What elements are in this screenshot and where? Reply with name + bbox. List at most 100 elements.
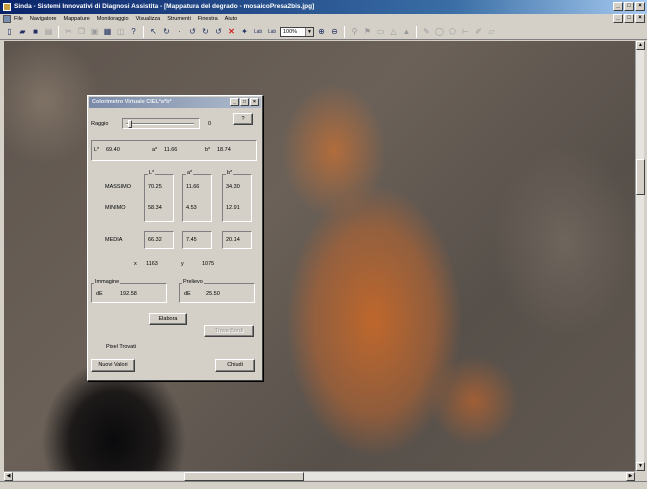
horizontal-scroll-thumb[interactable] [184,472,304,481]
delete-icon[interactable]: ✕ [226,26,237,38]
help-icon[interactable]: ? [128,26,139,38]
brush-icon[interactable]: ✐ [473,26,484,38]
separator [58,25,59,38]
app-window: Sinda - Sistemi Innovativi di Diagnosi A… [0,0,647,489]
massimo-label: MASSIMO [105,184,131,190]
eraser-icon[interactable]: ▱ [486,26,497,38]
mdi-close-button[interactable]: × [635,14,645,23]
minimo-b: 12.91 [226,205,240,211]
undo-icon[interactable]: ↺ [187,26,198,38]
redo-icon[interactable]: ↻ [200,26,211,38]
dialog-close-button[interactable]: × [250,98,259,106]
zoom-out-icon[interactable]: ⊖ [329,26,340,38]
menu-navigatore[interactable]: Navigatore [30,14,57,24]
massimo-a: 11.66 [186,184,200,190]
save-icon[interactable]: ■ [30,26,41,38]
colorimeter-dialog: Colorimetro Virtuale CIEL*a*b* _ □ × Rag… [87,95,263,381]
lab-mode-button[interactable]: Lab [266,29,278,35]
menu-monitoraggio[interactable]: Monitoraggio [97,14,129,24]
image-icon[interactable]: ▦ [102,26,113,38]
zoom-in-icon[interactable]: ⊕ [316,26,327,38]
separator [143,25,144,38]
elabora-button[interactable]: Elabora [149,313,187,325]
flag-icon[interactable]: ⚑ [362,26,373,38]
dialog-minimize-button[interactable]: _ [230,98,239,106]
app-icon [3,3,11,11]
horizontal-scrollbar[interactable]: ◀ ▶ [4,471,635,481]
chiudi-button[interactable]: Chiudi [215,359,255,372]
print-icon[interactable]: ▤ [43,26,54,38]
rect-icon[interactable]: ▭ [375,26,386,38]
menu-strumenti[interactable]: Strumenti [167,14,191,24]
media-a: 7.45 [186,237,197,243]
separator [344,25,345,38]
mdi-minimize-button[interactable]: _ [613,14,623,23]
paste-icon[interactable]: ▣ [89,26,100,38]
open-folder-icon[interactable]: ▰ [17,26,28,38]
immagine-de-value: 192.58 [120,291,137,297]
point-icon[interactable]: · [174,26,185,38]
slider-track [126,123,194,125]
select-arrow-icon[interactable]: ↖ [148,26,159,38]
status-bar [0,481,647,489]
minimo-l: 58.34 [148,205,162,211]
current-b-value: 18.74 [217,147,231,153]
dialog-title-bar[interactable]: Colorimetro Virtuale CIEL*a*b* _ □ × [89,97,261,108]
vertical-scrollbar[interactable]: ▲ ▼ [635,41,645,471]
new-file-icon[interactable]: ▯ [4,26,15,38]
minimize-button[interactable]: _ [613,2,623,11]
triangle-icon[interactable]: △ [388,26,399,38]
copy-icon[interactable]: ❐ [76,26,87,38]
title-bar[interactable]: Sinda - Sistemi Innovativi di Diagnosi A… [0,0,647,14]
massimo-b: 34.30 [226,184,240,190]
close-button[interactable]: × [635,2,645,11]
measure-icon[interactable]: ⊢ [460,26,471,38]
immagine-label: Immagine [94,279,121,286]
media-label: MEDIA [105,237,123,243]
menu-file[interactable]: File [14,14,23,24]
slider-thumb[interactable] [128,120,132,128]
menu-visualizza[interactable]: Visualizza [136,14,161,24]
minimo-label: MINIMO [105,205,126,211]
scroll-left-icon[interactable]: ◀ [4,472,13,481]
toolbar: ▯ ▰ ■ ▤ ✂ ❐ ▣ ▦ ◫ ? ↖ ↻ · ↺ ↻ ↺ ✕ ✦ Lab … [0,24,647,40]
print-preview-icon[interactable]: ◫ [115,26,126,38]
pencil-icon[interactable]: ✎ [421,26,432,38]
pixel-trovati-label: Pixel Trovati [106,344,136,350]
vertical-scroll-thumb[interactable] [636,159,645,195]
rotate-icon[interactable]: ↻ [161,26,172,38]
mdi-restore-button[interactable]: □ [624,14,634,23]
l-column-box [144,174,174,222]
polygon-icon[interactable]: ⬠ [447,26,458,38]
scroll-down-icon[interactable]: ▼ [636,462,645,471]
prelievo-label: Prelievo [182,279,204,286]
scroll-right-icon[interactable]: ▶ [626,472,635,481]
chevron-down-icon[interactable]: ▼ [305,27,313,36]
refresh-icon[interactable]: ↺ [213,26,224,38]
document-icon[interactable] [3,15,11,23]
prelievo-de-label: dE [184,291,191,297]
menu-aiuto[interactable]: Aiuto [225,14,238,24]
cut-icon[interactable]: ✂ [63,26,74,38]
lasso-icon[interactable]: ◯ [434,26,445,38]
colorimeter-icon[interactable]: ✦ [239,26,250,38]
zoom-select[interactable]: 100% ▼ [280,26,314,37]
dialog-maximize-button[interactable]: □ [240,98,249,106]
raggio-slider[interactable] [122,118,200,129]
current-l-value: 69.40 [106,147,120,153]
trova-bordi-button[interactable]: Trova Bordi [204,325,254,337]
zoom-value: 100% [283,28,298,35]
media-l: 66.32 [148,237,162,243]
pin-icon[interactable]: ⚲ [349,26,360,38]
scroll-up-icon[interactable]: ▲ [636,41,645,50]
a-column-box [182,174,212,222]
nuovi-valori-button[interactable]: Nuovi Valori [91,359,135,372]
help-button[interactable]: ? [233,113,253,125]
menu-mappature[interactable]: Mappature [63,14,89,24]
lab-button[interactable]: Lab [252,29,264,35]
y-label: y [181,261,184,267]
prelievo-de-value: 25.50 [206,291,220,297]
menu-finestra[interactable]: Finestra [198,14,218,24]
maximize-button[interactable]: □ [624,2,634,11]
triangle-fill-icon[interactable]: ▲ [401,26,412,38]
